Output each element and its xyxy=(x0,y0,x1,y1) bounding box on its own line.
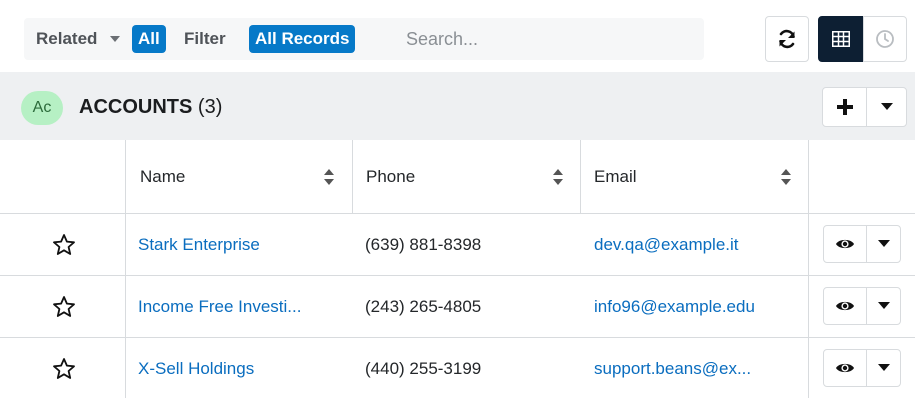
related-caret-icon[interactable] xyxy=(110,36,120,42)
refresh-icon xyxy=(779,29,795,49)
accounts-subpanel-header: Ac ACCOUNTS (3) xyxy=(0,72,915,140)
sort-icon[interactable] xyxy=(324,169,334,185)
chevron-down-icon xyxy=(880,103,893,110)
account-name-link[interactable]: Income Free Investi... xyxy=(138,276,343,337)
eye-icon xyxy=(836,301,854,311)
related-label[interactable]: Related xyxy=(36,18,97,60)
sort-icon[interactable] xyxy=(553,169,563,185)
filter-label[interactable]: Filter xyxy=(184,18,226,60)
subpanel-actions-dropdown[interactable] xyxy=(866,87,907,127)
phone-value: (243) 265-4805 xyxy=(365,297,482,316)
column-header-name[interactable]: Name xyxy=(140,140,185,214)
star-icon[interactable] xyxy=(52,233,76,257)
refresh-button[interactable] xyxy=(765,16,809,62)
table-header: Name Phone Email xyxy=(0,140,915,214)
chevron-down-icon xyxy=(877,364,890,371)
email-link[interactable]: dev.qa@example.it xyxy=(594,214,799,275)
activity-stream-toggle[interactable] xyxy=(863,16,907,62)
search-input[interactable] xyxy=(404,18,704,60)
chevron-down-icon xyxy=(877,302,890,309)
list-view-icon xyxy=(832,31,850,47)
email-link[interactable]: info96@example.edu xyxy=(594,276,799,337)
row-actions-dropdown[interactable] xyxy=(867,350,900,386)
email-link[interactable]: support.beans@ex... xyxy=(594,338,799,398)
phone-value: (639) 881-8398 xyxy=(365,235,482,254)
star-icon[interactable] xyxy=(52,357,76,381)
create-record-button[interactable] xyxy=(822,87,867,127)
toolbar: Related All Filter All Records xyxy=(0,0,915,72)
subpanel-title[interactable]: ACCOUNTS (3) xyxy=(79,90,222,124)
subpanel-count: (3) xyxy=(197,96,223,118)
activity-stream-icon xyxy=(876,30,894,48)
row-actions xyxy=(823,349,901,387)
related-all-pill[interactable]: All xyxy=(132,25,166,53)
table-row: X-Sell Holdings (440) 255-3199 support.b… xyxy=(0,338,915,398)
sort-icon[interactable] xyxy=(781,169,791,185)
filter-all-records-pill[interactable]: All Records xyxy=(249,25,356,53)
row-actions xyxy=(823,225,901,263)
eye-icon xyxy=(836,363,854,373)
preview-button[interactable] xyxy=(824,288,867,324)
filter-bar: Related All Filter All Records xyxy=(24,18,704,60)
list-view-toggle[interactable] xyxy=(818,16,864,62)
phone-value: (440) 255-3199 xyxy=(365,359,482,378)
account-name-link[interactable]: Stark Enterprise xyxy=(138,214,343,275)
subpanel-title-text: ACCOUNTS xyxy=(79,96,193,118)
module-avatar: Ac xyxy=(21,91,63,125)
star-icon[interactable] xyxy=(52,295,76,319)
column-header-phone[interactable]: Phone xyxy=(366,140,415,214)
table-row: Stark Enterprise (639) 881-8398 dev.qa@e… xyxy=(0,214,915,276)
preview-button[interactable] xyxy=(824,350,867,386)
table-row: Income Free Investi... (243) 265-4805 in… xyxy=(0,276,915,338)
eye-icon xyxy=(836,239,854,249)
account-name-link[interactable]: X-Sell Holdings xyxy=(138,338,343,398)
preview-button[interactable] xyxy=(824,226,867,262)
row-actions xyxy=(823,287,901,325)
column-header-email[interactable]: Email xyxy=(594,140,637,214)
plus-icon xyxy=(836,99,853,115)
row-actions-dropdown[interactable] xyxy=(867,288,900,324)
row-actions-dropdown[interactable] xyxy=(867,226,900,262)
chevron-down-icon xyxy=(877,240,890,247)
